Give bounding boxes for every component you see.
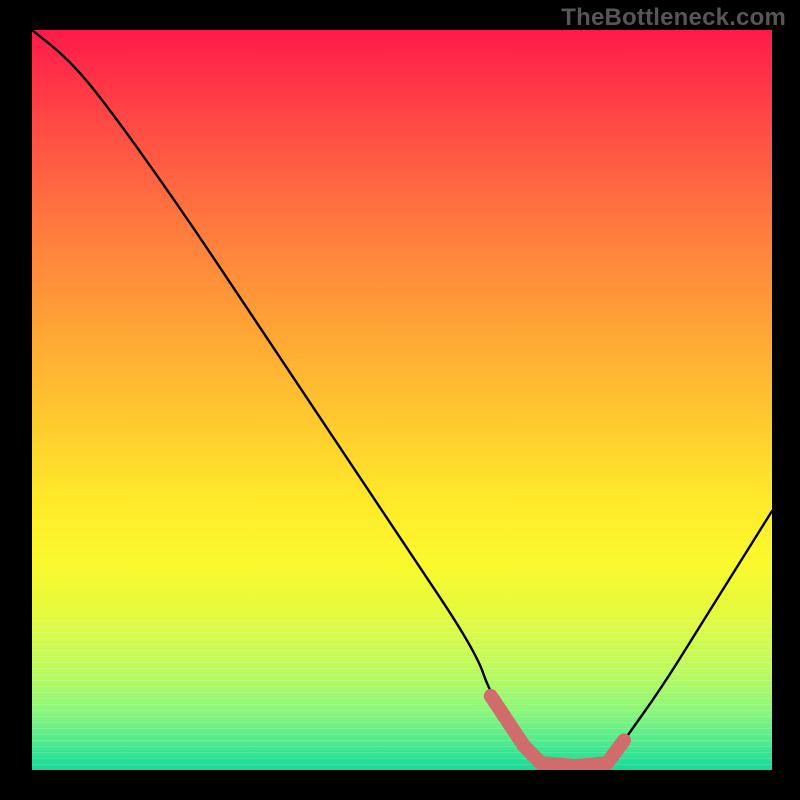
flat-segment-highlight xyxy=(491,696,624,766)
curve-svg xyxy=(32,30,772,770)
bottleneck-curve-line xyxy=(32,30,772,765)
chart-frame: TheBottleneck.com xyxy=(0,0,800,800)
watermark-label: TheBottleneck.com xyxy=(561,4,786,32)
plot-area xyxy=(32,30,772,770)
